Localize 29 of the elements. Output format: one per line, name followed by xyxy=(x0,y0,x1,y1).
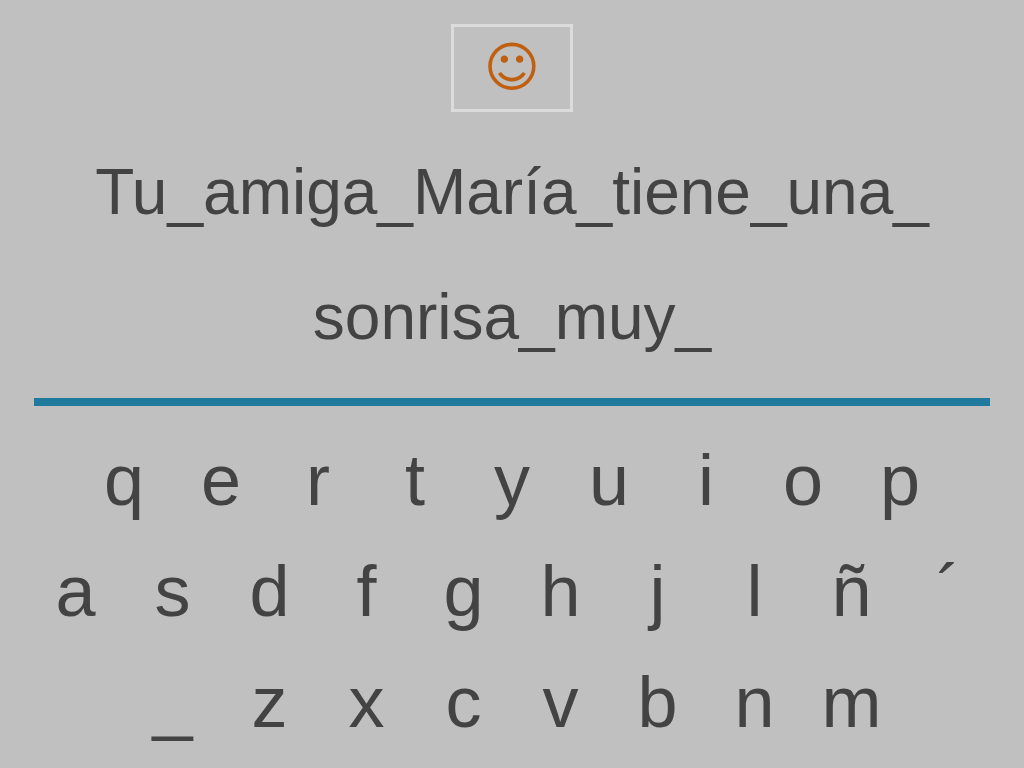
letter-key[interactable]: s xyxy=(124,545,221,636)
letter-key[interactable]: g xyxy=(415,545,512,636)
letter-key[interactable]: j xyxy=(609,545,706,636)
letter-key[interactable]: h xyxy=(512,545,609,636)
letter-key[interactable]: _ xyxy=(124,656,221,747)
letter-key[interactable]: ´ xyxy=(900,545,997,636)
letter-key[interactable]: d xyxy=(221,545,318,636)
letter-key[interactable]: m xyxy=(803,656,900,747)
letter-key[interactable]: ñ xyxy=(803,545,900,636)
letter-key[interactable]: n xyxy=(706,656,803,747)
letter-key[interactable]: c xyxy=(415,656,512,747)
letter-key[interactable]: q xyxy=(75,434,173,525)
letter-key[interactable]: e xyxy=(172,434,270,525)
letter-key[interactable]: p xyxy=(851,434,949,525)
letter-key[interactable]: f xyxy=(318,545,415,636)
letter-key[interactable]: z xyxy=(221,656,318,747)
sentence-line: Tu_amiga_María_tiene_una_ xyxy=(95,155,929,230)
letter-key[interactable]: a xyxy=(27,545,124,636)
letter-key[interactable]: l xyxy=(706,545,803,636)
letter-key[interactable]: i xyxy=(657,434,755,525)
letter-key[interactable]: t xyxy=(366,434,464,525)
letter-key[interactable]: v xyxy=(512,656,609,747)
letter-key[interactable]: o xyxy=(754,434,852,525)
letter-key[interactable]: x xyxy=(318,656,415,747)
letter-key[interactable]: b xyxy=(609,656,706,747)
letter-key[interactable]: y xyxy=(463,434,561,525)
letter-key[interactable]: u xyxy=(560,434,658,525)
sentence-line: sonrisa_muy_ xyxy=(312,280,712,355)
letter-key[interactable]: r xyxy=(269,434,367,525)
